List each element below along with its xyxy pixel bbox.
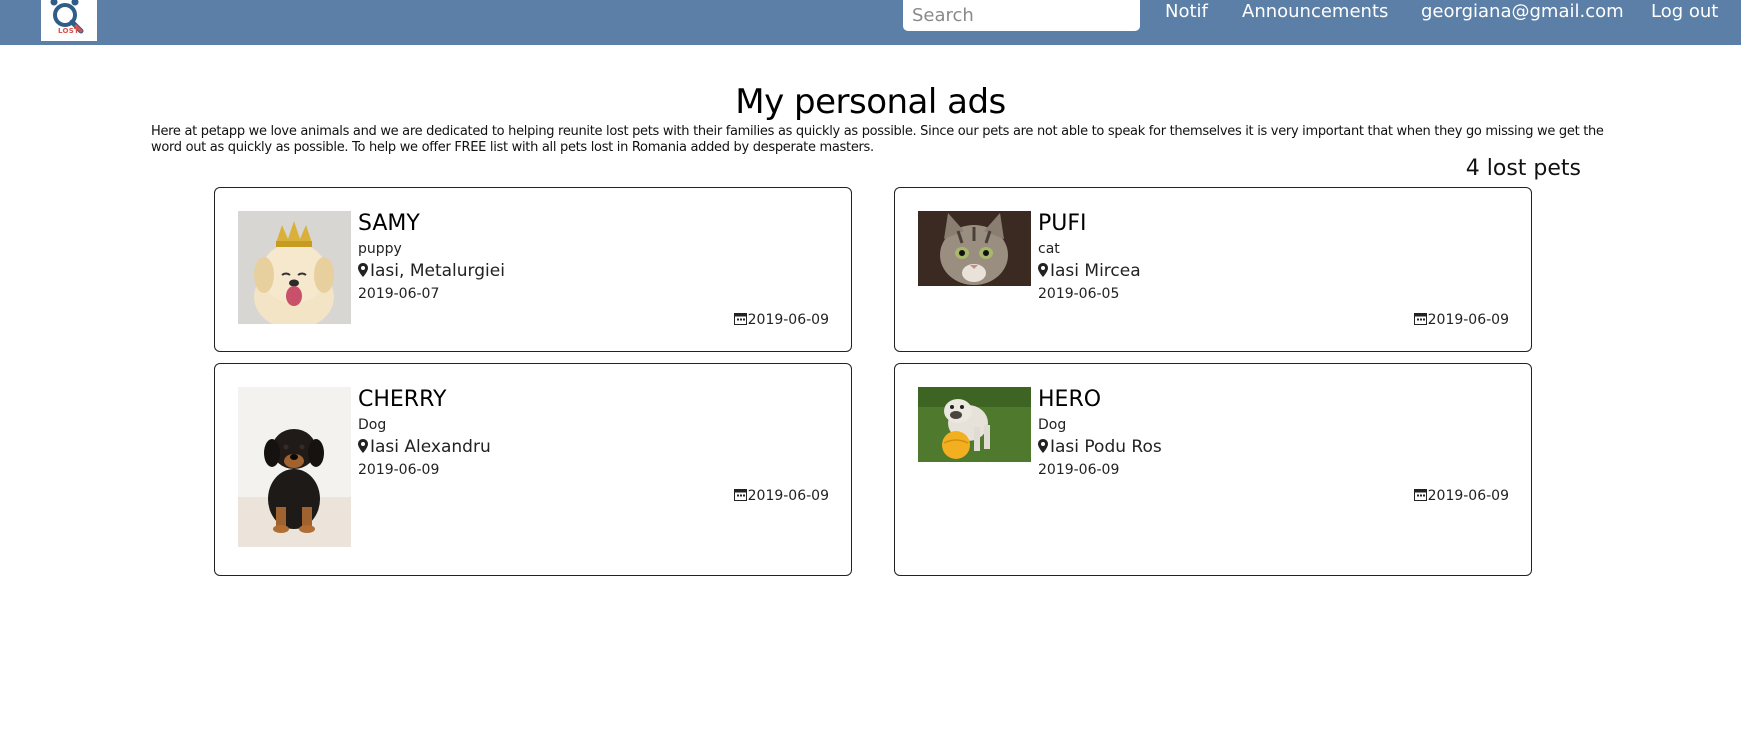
posted-date-text: 2019-06-09 [1427, 312, 1509, 328]
posted-date-text: 2019-06-09 [747, 488, 829, 504]
search-input[interactable] [903, 0, 1140, 31]
intro-paragraph: Here at petapp we love animals and we ar… [151, 124, 1604, 155]
pet-location: Iasi, Metalurgiei [358, 260, 505, 282]
calendar-icon [1413, 313, 1427, 325]
app-logo[interactable]: LOST [41, 0, 97, 41]
posted-date: 2019-06-09 [733, 312, 829, 328]
page-title: My personal ads [735, 82, 1006, 122]
pet-photo [238, 211, 351, 324]
calendar-icon [1413, 489, 1427, 501]
pet-location: Iasi Alexandru [358, 436, 491, 458]
pet-location-text: Iasi Alexandru [370, 437, 491, 457]
logout-link[interactable]: Log out [1651, 1, 1718, 22]
ad-card[interactable]: HERO Dog Iasi Podu Ros 2019-06-09 2019-0… [894, 363, 1532, 576]
pet-name: HERO [1038, 387, 1102, 412]
nav-link-announcements[interactable]: Announcements [1242, 1, 1388, 22]
calendar-icon [733, 313, 747, 325]
calendar-icon [733, 489, 747, 501]
lost-date: 2019-06-09 [358, 462, 440, 478]
pet-species: cat [1038, 241, 1060, 257]
logo-text: LOST [58, 27, 80, 35]
pet-name: CHERRY [358, 387, 447, 412]
pet-name: SAMY [358, 211, 420, 236]
pet-location-text: Iasi Podu Ros [1050, 437, 1162, 457]
posted-date: 2019-06-09 [733, 488, 829, 504]
posted-date-text: 2019-06-09 [747, 312, 829, 328]
map-pin-icon [1038, 439, 1048, 453]
map-pin-icon [358, 439, 368, 453]
map-pin-icon [358, 263, 368, 277]
lost-date: 2019-06-07 [358, 286, 440, 302]
pet-species: puppy [358, 241, 402, 257]
pet-photo [918, 387, 1031, 462]
posted-date: 2019-06-09 [1413, 488, 1509, 504]
lost-pets-count: 4 lost pets [1465, 156, 1581, 181]
pet-location-text: Iasi, Metalurgiei [370, 261, 505, 281]
lost-date: 2019-06-09 [1038, 462, 1120, 478]
posted-date: 2019-06-09 [1413, 312, 1509, 328]
ad-card[interactable]: CHERRY Dog Iasi Alexandru 2019-06-09 201… [214, 363, 852, 576]
ad-card[interactable]: SAMY puppy Iasi, Metalurgiei 2019-06-07 … [214, 187, 852, 352]
nav-link-notif[interactable]: Notif [1165, 1, 1208, 22]
map-pin-icon [1038, 263, 1048, 277]
lost-date: 2019-06-05 [1038, 286, 1120, 302]
pet-species: Dog [358, 417, 387, 433]
pet-location: Iasi Podu Ros [1038, 436, 1162, 458]
ad-card[interactable]: PUFI cat Iasi Mircea 2019-06-05 2019-06-… [894, 187, 1532, 352]
posted-date-text: 2019-06-09 [1427, 488, 1509, 504]
top-navbar: LOST Notif Announcements georgiana@gmail… [0, 0, 1741, 45]
pet-location-text: Iasi Mircea [1050, 261, 1141, 281]
nav-user-email[interactable]: georgiana@gmail.com [1421, 1, 1624, 22]
pet-location: Iasi Mircea [1038, 260, 1141, 282]
pet-species: Dog [1038, 417, 1067, 433]
pet-name: PUFI [1038, 211, 1087, 236]
pet-photo [238, 387, 351, 547]
pet-photo [918, 211, 1031, 286]
